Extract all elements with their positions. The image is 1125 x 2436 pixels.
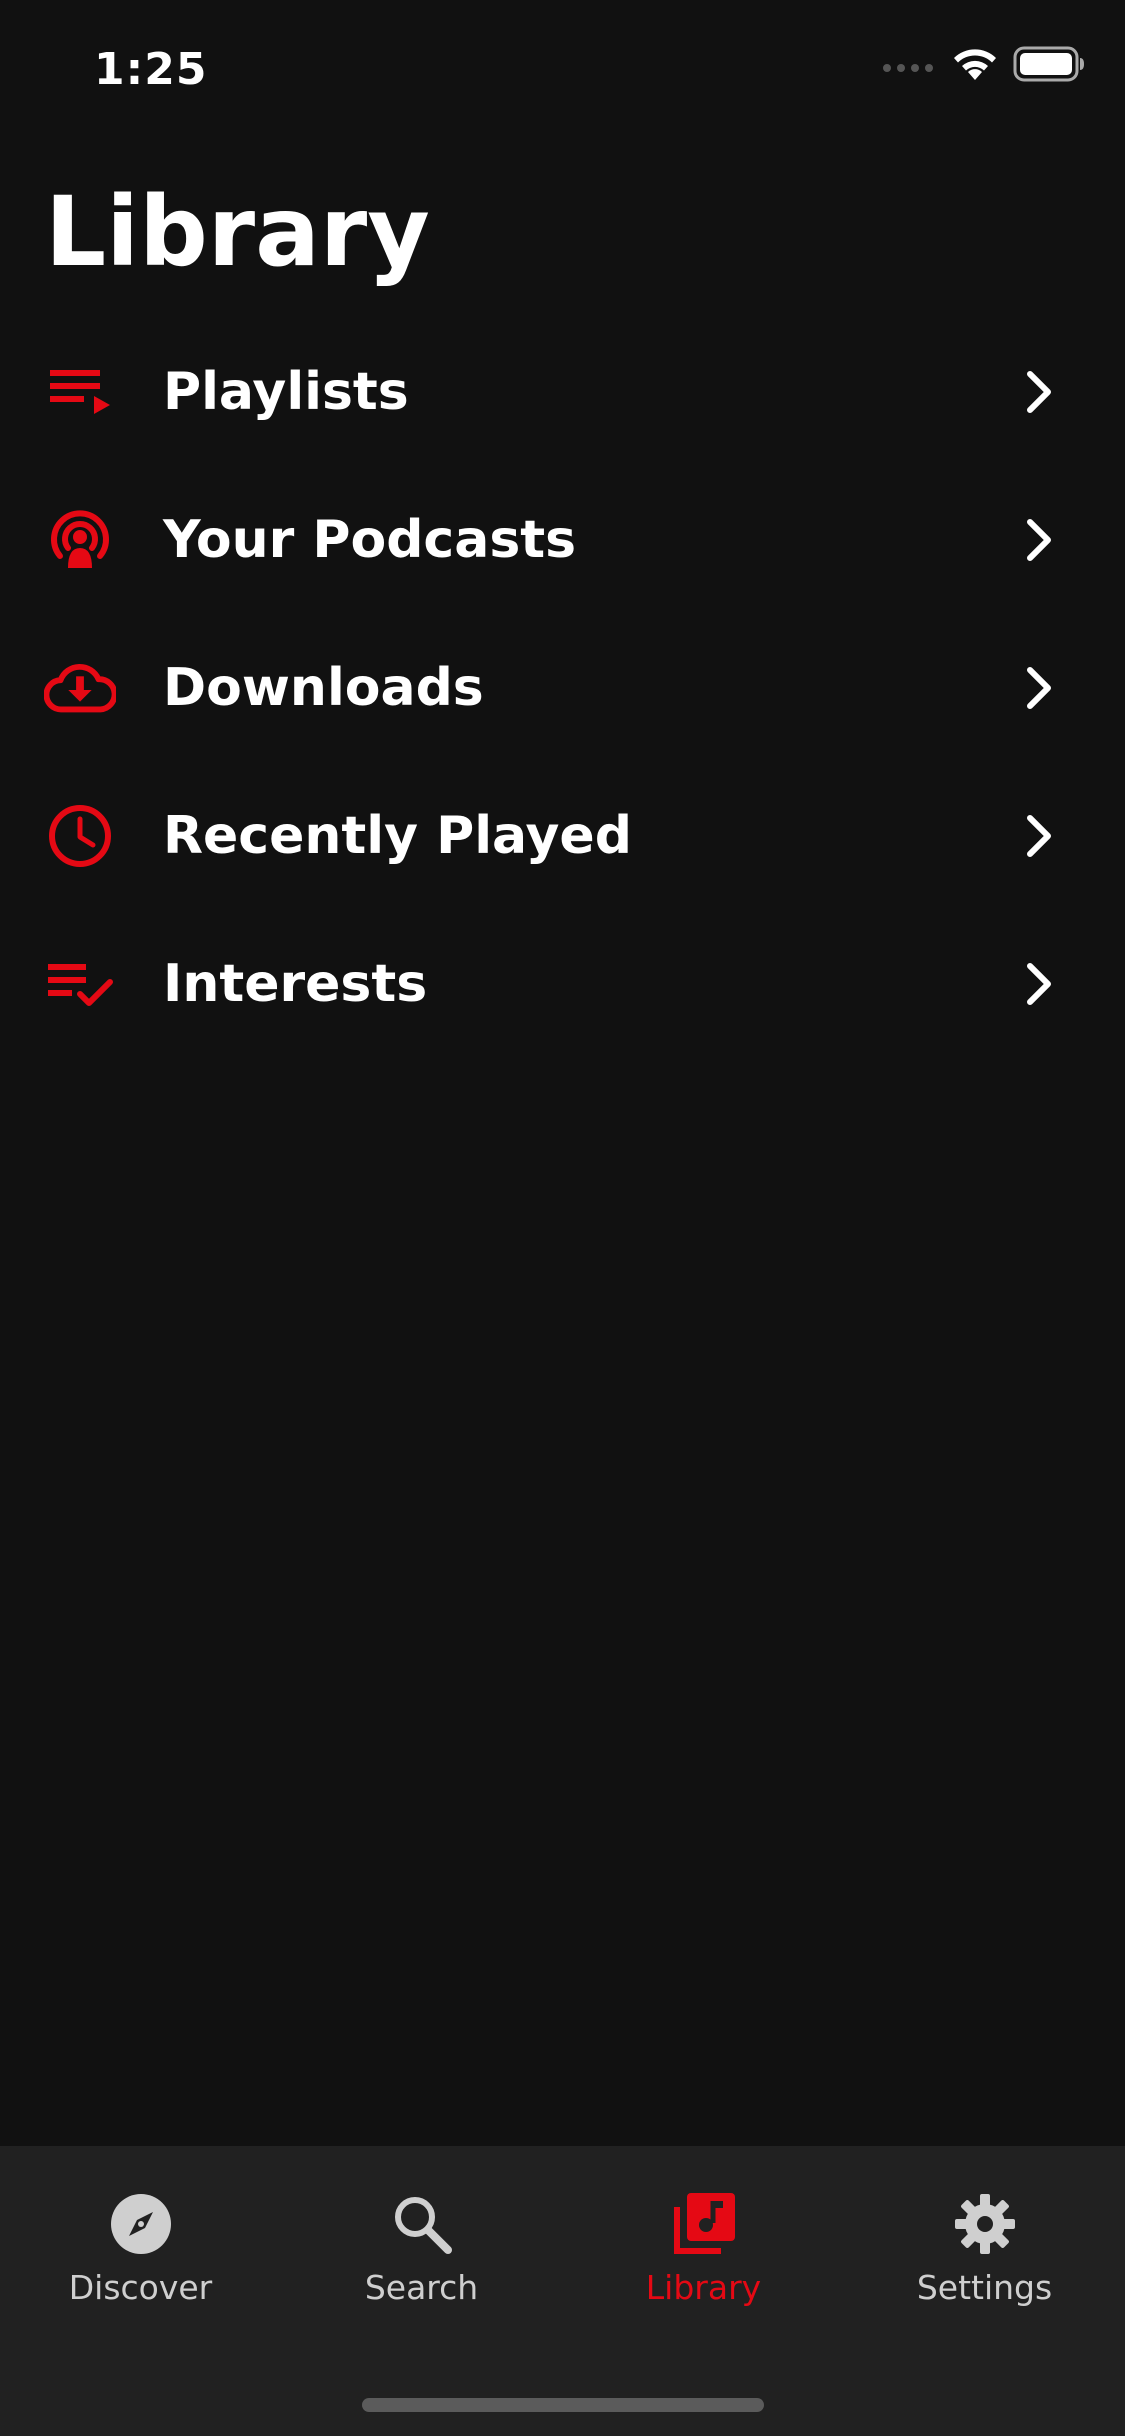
library-menu: Playlists Your Podcasts Downloads Recent…: [0, 318, 1125, 1058]
menu-item-label: Playlists: [163, 362, 409, 422]
status-time: 1:25: [94, 44, 208, 95]
tab-bar: Discover Search Library Settings: [0, 2146, 1125, 2436]
menu-item-label: Your Podcasts: [163, 510, 577, 570]
menu-item-label: Downloads: [163, 658, 484, 718]
chevron-right-icon: [1019, 812, 1059, 860]
menu-item-label: Recently Played: [163, 806, 632, 866]
chevron-right-icon: [1019, 960, 1059, 1008]
status-bar: 1:25: [0, 0, 1125, 140]
tab-label: Search: [364, 2268, 479, 2307]
tab-label: Discover: [68, 2268, 213, 2307]
menu-item-downloads[interactable]: Downloads: [0, 614, 1125, 762]
chevron-right-icon: [1019, 368, 1059, 416]
search-icon: [386, 2188, 458, 2260]
playlist-check-icon: [44, 948, 116, 1020]
tab-library[interactable]: Library: [563, 2146, 844, 2346]
menu-item-playlists[interactable]: Playlists: [0, 318, 1125, 466]
podcast-icon: [44, 504, 116, 576]
playlist-play-icon: [44, 356, 116, 428]
menu-item-your-podcasts[interactable]: Your Podcasts: [0, 466, 1125, 614]
chevron-right-icon: [1019, 516, 1059, 564]
compass-icon: [105, 2188, 177, 2260]
wifi-icon: [954, 49, 996, 80]
tab-discover[interactable]: Discover: [0, 2146, 281, 2346]
battery-icon: [1013, 46, 1084, 82]
menu-item-recently-played[interactable]: Recently Played: [0, 762, 1125, 910]
tab-label: Library: [645, 2268, 762, 2307]
tab-settings[interactable]: Settings: [844, 2146, 1125, 2346]
menu-item-label: Interests: [163, 954, 428, 1014]
cellular-signal-icon: [883, 64, 933, 72]
chevron-right-icon: [1019, 664, 1059, 712]
home-indicator: [362, 2398, 764, 2412]
cloud-download-icon: [44, 652, 116, 724]
clock-icon: [44, 800, 116, 872]
page-title: Library: [45, 176, 430, 288]
status-indicators: [881, 46, 1085, 82]
gear-icon: [949, 2188, 1021, 2260]
tab-search[interactable]: Search: [281, 2146, 562, 2346]
menu-item-interests[interactable]: Interests: [0, 910, 1125, 1058]
tab-label: Settings: [916, 2268, 1053, 2307]
library-music-icon: [668, 2188, 740, 2260]
